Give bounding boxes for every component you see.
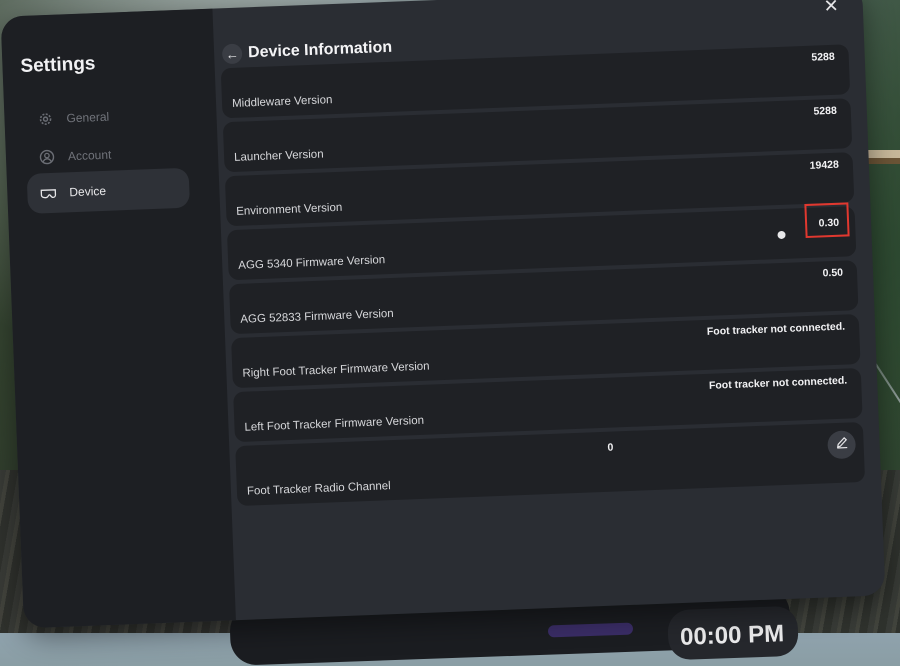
row-value: 19428 [809, 158, 840, 172]
row-value: Foot tracker not connected. [706, 320, 846, 338]
arrow-left-icon[interactable]: ← [221, 43, 243, 65]
page-header: ← Device Information [221, 38, 393, 65]
sidebar-title: Settings [20, 53, 96, 78]
row-label: Left Foot Tracker Firmware Version [244, 414, 425, 434]
row-label: AGG 5340 Firmware Version [238, 254, 386, 272]
row-value: 5288 [811, 50, 835, 64]
sidebar-item-device[interactable]: Device [26, 167, 191, 214]
row-label: Middleware Version [231, 94, 333, 110]
headset-icon [39, 184, 58, 203]
row-value: Foot tracker not connected. [708, 374, 848, 392]
row-value: 0.50 [822, 266, 844, 280]
page-title: Device Information [247, 38, 393, 62]
edit-button[interactable] [827, 430, 857, 460]
sidebar-item-label: Device [69, 183, 107, 200]
clock: 00:00 PM [667, 605, 799, 661]
account-icon [38, 148, 57, 167]
row-value: 0.30 [818, 216, 840, 230]
row-value: 5288 [813, 104, 838, 118]
row-label: AGG 52833 Firmware Version [240, 307, 394, 326]
main-content: ✕ ← Device Information Middleware Versio… [212, 0, 885, 620]
sidebar-item-label: General [66, 109, 110, 126]
device-info-list: Middleware Version 5288 Launcher Version… [220, 44, 866, 510]
row-label: Right Foot Tracker Firmware Version [242, 360, 430, 380]
sidebar: Settings General Account Device [0, 8, 236, 629]
pencil-icon [835, 436, 849, 454]
row-value: 0 [607, 441, 614, 454]
close-icon[interactable]: ✕ [823, 0, 839, 16]
clock-time: 00:00 PM [679, 620, 785, 651]
cursor-dot [777, 230, 786, 240]
row-label: Foot Tracker Radio Channel [246, 480, 391, 498]
gear-icon [36, 110, 55, 129]
row-label: Environment Version [236, 201, 343, 218]
row-label: Launcher Version [233, 148, 324, 164]
sidebar-item-label: Account [67, 147, 112, 164]
settings-window: Settings General Account Device ✕ ← Devi… [0, 0, 886, 629]
